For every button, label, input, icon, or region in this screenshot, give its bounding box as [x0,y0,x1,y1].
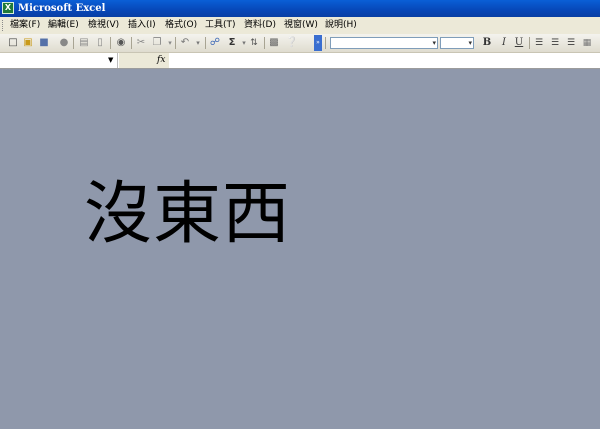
toolbar-options-icon[interactable]: » [314,35,322,51]
italic-button[interactable]: I [497,36,511,50]
permission-icon[interactable]: ● [57,36,71,50]
font-size-combo[interactable]: ▾ [440,37,474,49]
menu-window[interactable]: 視窗(W) [284,17,318,34]
empty-message: 沒東西 [84,175,292,254]
menu-data[interactable]: 資料(D) [244,17,276,34]
sort-icon[interactable]: ⇅ [247,36,261,50]
window-title: Microsoft Excel [18,3,106,14]
bold-button[interactable]: B [480,36,494,50]
chart-icon[interactable]: ▩ [267,36,281,50]
hyperlink-icon[interactable]: ☍ [208,36,222,50]
formula-input[interactable] [170,53,600,68]
toolbar-separator [131,37,132,49]
menu-file[interactable]: 檔案(F) [10,17,40,34]
help-icon[interactable]: ❔ [285,36,299,50]
menu-tools[interactable]: 工具(T) [205,17,236,34]
chevron-down-icon[interactable]: ▾ [468,38,472,48]
open-icon[interactable]: ▣ [21,36,35,50]
align-left-icon[interactable]: ☰ [532,36,546,50]
menubar-grip[interactable] [2,20,6,31]
research-icon[interactable]: ◉ [114,36,128,50]
toolbar-separator [175,37,176,49]
menu-view[interactable]: 檢視(V) [88,17,119,34]
undo-dropdown-icon[interactable]: ▾ [191,36,205,50]
name-box[interactable]: ▼ [0,53,118,68]
standard-toolbar: □ ▣ ■ ● ▤ ▯ ◉ ✂ ❐ ▾ ↶ ▾ ☍ Σ ▾ ⇅ ▩ ❔ » ▾ … [0,34,600,53]
align-center-icon[interactable]: ☰ [548,36,562,50]
title-bar: X Microsoft Excel [0,0,600,17]
font-name-combo[interactable]: ▾ [330,37,438,49]
print-icon[interactable]: ▤ [77,36,91,50]
toolbar-separator [205,37,206,49]
insert-function-icon[interactable]: fx [157,53,165,68]
undo-icon[interactable]: ↶ [178,36,192,50]
align-right-icon[interactable]: ☰ [564,36,578,50]
toolbar-separator [325,37,326,49]
cut-icon[interactable]: ✂ [134,36,148,50]
toolbar-separator [264,37,265,49]
excel-app-icon[interactable]: X [2,2,14,14]
underline-button[interactable]: U [512,36,526,50]
menu-help[interactable]: 說明(H) [325,17,357,34]
toolbar-separator [73,37,74,49]
merge-center-icon[interactable]: ▦ [580,36,594,50]
toolbar-separator [110,37,111,49]
menu-format[interactable]: 格式(O) [165,17,197,34]
chevron-down-icon[interactable]: ▼ [108,53,113,68]
save-icon[interactable]: ■ [37,36,51,50]
menu-insert[interactable]: 插入(I) [128,17,156,34]
print-preview-icon[interactable]: ▯ [93,36,107,50]
menu-edit[interactable]: 編輯(E) [48,17,79,34]
copy-icon[interactable]: ❐ [150,36,164,50]
toolbar-separator [529,37,530,49]
chevron-down-icon[interactable]: ▾ [432,38,436,48]
menu-bar: 檔案(F) 編輯(E) 檢視(V) 插入(I) 格式(O) 工具(T) 資料(D… [0,17,600,34]
new-icon[interactable]: □ [6,36,20,50]
formula-bar: ▼ fx [0,53,600,69]
